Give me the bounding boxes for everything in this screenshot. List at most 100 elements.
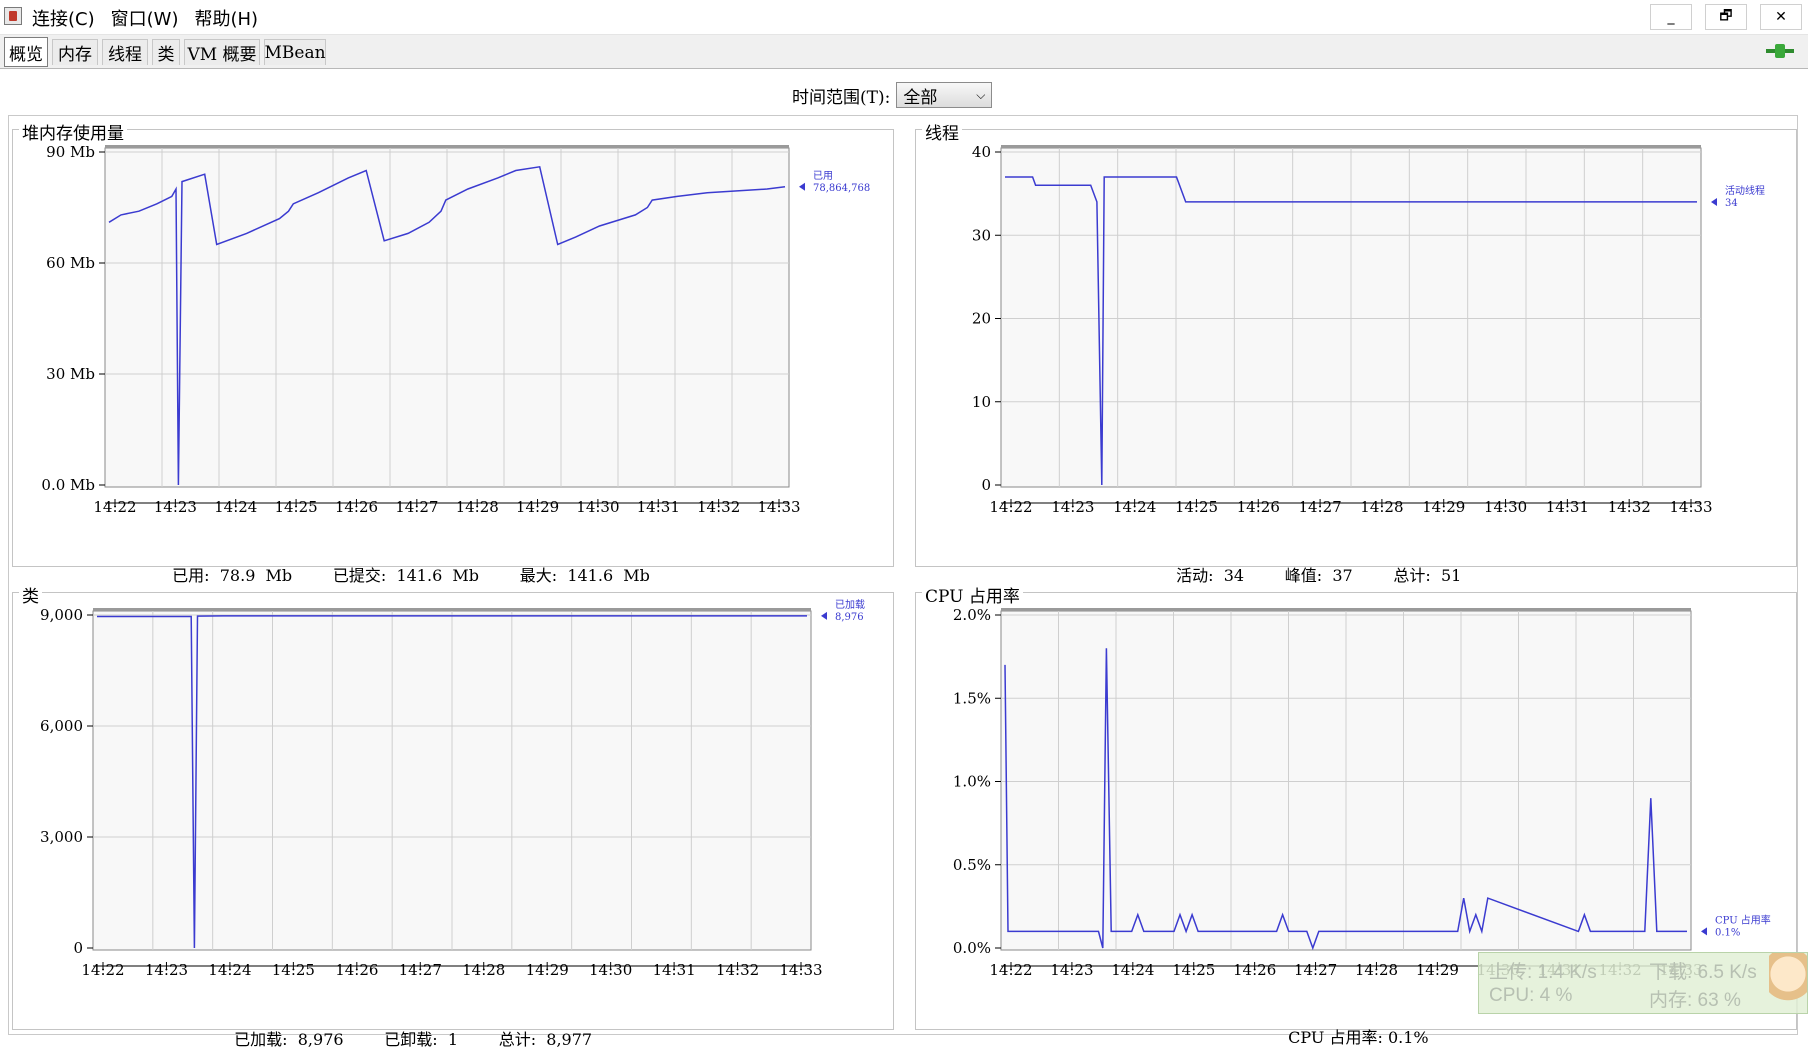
legend-series-value: 0.1% [1715, 927, 1740, 938]
classes-total-label: 总计: [498, 1030, 537, 1049]
y-tick-label: 30 Mb [46, 365, 95, 383]
legend-series-name: 已用 [813, 171, 833, 182]
y-tick-label: 1.5% [953, 689, 991, 707]
x-tick-label: 14:31 [1546, 498, 1589, 516]
close-button[interactable]: ✕ [1760, 4, 1802, 30]
x-tick-label: 14:23 [1051, 498, 1094, 516]
plot-top-border [93, 608, 811, 611]
tab-vm-summary[interactable]: VM 概要 [184, 39, 260, 65]
legend-marker-icon [799, 182, 805, 191]
y-tick-label: 0.0 Mb [41, 476, 95, 494]
tab-mbean[interactable]: MBean [264, 39, 326, 65]
classes-panel: 类 0 3,000 6,000 9,000 14:22 14:23 14:24 14:25 14… [12, 582, 894, 1030]
x-tick-label: 14:30 [576, 498, 619, 516]
classes-unloaded-label: 已卸载: [384, 1030, 438, 1049]
heap-memory-panel: 堆内存使用量 0.0 Mb 30 Mb 60 Mb 90 Mb 14:22 14:23 14… [12, 119, 894, 567]
x-tick-label: 14:22 [989, 498, 1032, 516]
y-tick-label: 20 [972, 310, 991, 328]
x-tick-label: 14:27 [399, 961, 442, 979]
time-range-value: 全部 [903, 87, 938, 108]
menu-connect[interactable]: 连接(C) [30, 5, 97, 30]
x-tick-label: 14:29 [1422, 498, 1465, 516]
cpu-usage-mini: CPU: 4 % [1489, 985, 1573, 1006]
legend-series-name: 已加载 [835, 599, 865, 611]
y-tick-label: 0.0% [953, 939, 991, 957]
classes-unloaded-value: 1 [447, 1030, 459, 1049]
x-tick-label: 14:33 [1669, 498, 1712, 516]
threads-stats: 活动: 34 峰值: 37 总计: 51 [1166, 543, 1461, 586]
x-tick-label: 14:29 [1416, 961, 1459, 979]
legend-series-value: 34 [1725, 198, 1738, 209]
legend-series-value: 8,976 [835, 612, 864, 623]
tab-classes[interactable]: 类 [152, 39, 180, 65]
tab-memory[interactable]: 内存 [52, 39, 98, 65]
menu-help[interactable]: 帮助(H) [192, 5, 260, 30]
x-tick-label: 14:24 [208, 961, 251, 979]
menu-bar: 连接(C) 窗口(W) 帮助(H) [30, 5, 260, 30]
threads-peak-value: 37 [1332, 566, 1353, 585]
legend-series-value: 78,864,768 [813, 183, 870, 194]
plot-top-border [1001, 145, 1701, 148]
classes-chart: 0 3,000 6,000 9,000 14:22 14:23 14:24 14:25 14:2… [40, 599, 865, 979]
x-tick-label: 14:31 [637, 498, 680, 516]
minimize-button[interactable]: _ [1650, 4, 1692, 30]
threads-live-value: 34 [1223, 566, 1245, 585]
x-tick-label: 14:33 [779, 961, 822, 979]
y-tick-label: 0 [73, 939, 83, 957]
x-tick-label: 14:28 [462, 961, 505, 979]
upload-speed: 上传: 1.4 K/s [1489, 962, 1597, 983]
java-app-icon [4, 7, 22, 25]
x-tick-label: 14:23 [145, 961, 188, 979]
y-tick-label: 90 Mb [46, 143, 95, 161]
network-monitor-widget[interactable]: 上传: 1.4 K/s 下载: 6.5 K/s CPU: 4 % 内存: 63 … [1478, 952, 1808, 1014]
threads-chart: 0 10 20 30 40 14:22 14:23 14:24 14:25 14:26 14:27 1… [972, 143, 1765, 516]
y-tick-label: 1.0% [953, 773, 991, 791]
x-tick-label: 14:22 [93, 498, 136, 516]
x-tick-label: 14:25 [1175, 498, 1218, 516]
y-tick-label: 40 [972, 143, 991, 161]
x-tick-label: 14:25 [1172, 961, 1215, 979]
plot-top-border [1001, 608, 1691, 611]
threads-panel: 线程 0 10 20 30 40 14:22 14:23 14:24 14:25 14:26 14:… [915, 119, 1797, 567]
classes-loaded-value: 8,976 [297, 1030, 344, 1049]
x-tick-label: 14:24 [1113, 498, 1156, 516]
x-tick-label: 14:23 [154, 498, 197, 516]
legend-marker-icon [1701, 927, 1707, 936]
plot-top-border [105, 145, 789, 148]
x-tick-label: 14:26 [335, 498, 378, 516]
classes-loaded-label: 已加载: [234, 1030, 288, 1049]
legend-series-name: 活动线程 [1725, 184, 1765, 197]
y-tick-label: 6,000 [40, 717, 83, 735]
heap-stats: 已用: 78.9 Mb 已提交: 141.6 Mb 最大: 141.6 Mb [162, 543, 650, 586]
x-tick-label: 14:30 [1484, 498, 1527, 516]
x-tick-label: 14:28 [1355, 961, 1398, 979]
x-tick-label: 14:30 [589, 961, 632, 979]
heap-used-label: 已用: [172, 566, 210, 585]
x-tick-label: 14:28 [456, 498, 499, 516]
y-tick-label: 3,000 [40, 828, 83, 846]
connection-status-icon[interactable] [1766, 43, 1794, 59]
menu-window[interactable]: 窗口(W) [109, 5, 181, 30]
time-range-select[interactable]: 全部 ⌵ [896, 82, 993, 108]
legend-series-name: CPU 占用率 [1715, 913, 1771, 926]
y-tick-label: 30 [972, 226, 991, 244]
x-tick-label: 14:29 [516, 498, 559, 516]
x-tick-label: 14:32 [697, 498, 740, 516]
cpu-stats: CPU 占用率: 0.1% [1278, 1005, 1429, 1048]
classes-stats: 已加载: 8,976 已卸载: 1 总计: 8,977 [224, 1007, 592, 1050]
heap-chart: 0.0 Mb 30 Mb 60 Mb 90 Mb 14:22 14:23 14:24 14:2… [41, 143, 870, 516]
x-tick-label: 14:32 [1608, 498, 1651, 516]
classes-total-value: 8,977 [546, 1030, 593, 1049]
restore-button[interactable]: 🗗 [1705, 4, 1747, 30]
x-tick-label: 14:28 [1360, 498, 1403, 516]
tab-threads[interactable]: 线程 [102, 39, 148, 65]
time-range-control: 时间范围(T): 全部 ⌵ [792, 82, 993, 108]
x-tick-label: 14:29 [526, 961, 569, 979]
y-tick-label: 2.0% [953, 606, 991, 624]
cpu-usage-value: 0.1% [1387, 1028, 1429, 1047]
threads-live-label: 活动: [1176, 566, 1214, 585]
heap-max-value: 141.6 Mb [567, 566, 650, 585]
tab-overview[interactable]: 概览 [4, 37, 48, 67]
x-tick-label: 14:27 [1294, 961, 1337, 979]
x-tick-label: 14:27 [395, 498, 438, 516]
